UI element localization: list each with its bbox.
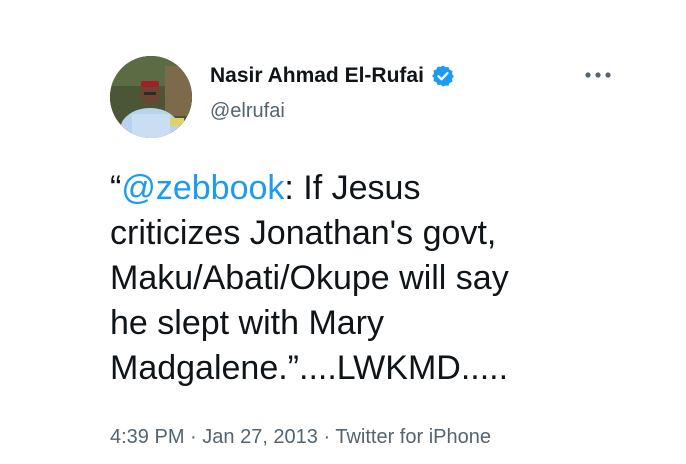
tweet-text-line-3: Maku/Abati/Okupe will say xyxy=(110,259,509,297)
more-dots-icon xyxy=(585,72,611,78)
meta-separator: · xyxy=(317,426,336,448)
tweet-card: Nasir Ahmad El-Rufai @elrufai “@zebbook:… xyxy=(0,0,686,464)
more-options-button[interactable] xyxy=(578,62,618,88)
tweet-source: Twitter for iPhone xyxy=(335,426,491,448)
tweet-time[interactable]: 4:39 PM xyxy=(110,426,184,448)
tweet-date[interactable]: Jan 27, 2013 xyxy=(202,426,318,448)
meta-separator: · xyxy=(184,426,203,448)
author-handle[interactable]: @elrufai xyxy=(210,100,285,123)
tweet-text: “@zebbook: If Jesus criticizes Jonathan'… xyxy=(110,166,650,391)
verified-badge-icon xyxy=(431,64,455,88)
avatar[interactable] xyxy=(110,56,192,138)
tweet-text-line-4: he slept with Mary xyxy=(110,304,384,342)
avatar-image xyxy=(110,56,192,138)
tweet-text-line-2: criticizes Jonathan's govt, xyxy=(110,214,497,252)
mention-link[interactable]: @zebbook xyxy=(121,169,284,207)
tweet-text-line-1-rest: : If Jesus xyxy=(284,169,421,207)
tweet-text-line-5: Madgalene.”....LWKMD..... xyxy=(110,349,509,387)
tweet-text-line-1: “@zebbook: If Jesus xyxy=(110,166,650,211)
open-quote: “ xyxy=(110,169,122,207)
author-name-row[interactable]: Nasir Ahmad El-Rufai xyxy=(210,64,455,88)
tweet-meta: 4:39 PM · Jan 27, 2013 · Twitter for iPh… xyxy=(110,426,491,449)
author-name[interactable]: Nasir Ahmad El-Rufai xyxy=(210,64,424,88)
